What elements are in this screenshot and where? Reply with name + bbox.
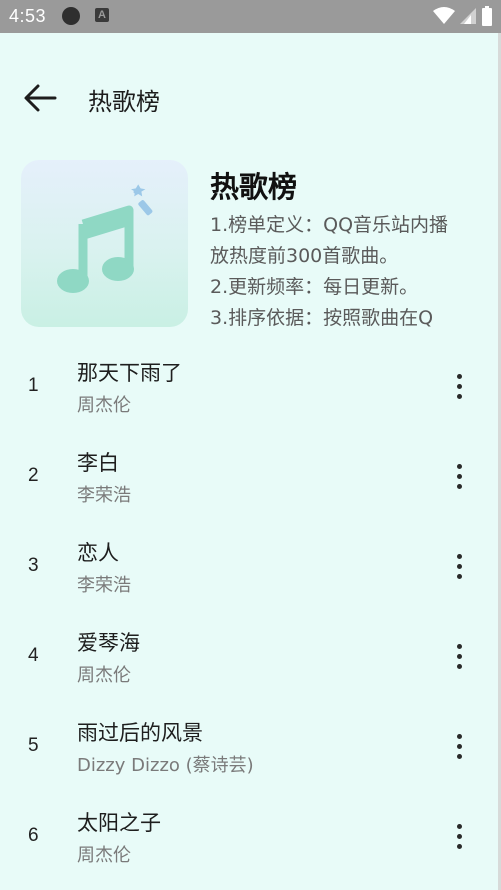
playlist-description: 1.榜单定义：QQ音乐站内播 放热度前300首歌曲。 2.更新频率：每日更新。 …: [210, 210, 490, 327]
app-bar: 热歌榜: [0, 60, 501, 136]
page-title: 热歌榜: [88, 88, 160, 116]
song-row[interactable]: 6 太阳之子 周杰伦: [0, 791, 501, 881]
more-options-icon[interactable]: [444, 819, 474, 853]
status-time: 4:53: [9, 6, 47, 26]
song-title: 恋人: [77, 541, 119, 565]
song-title: 爱琴海: [77, 631, 140, 655]
status-icons: [433, 6, 493, 26]
song-title: 太阳之子: [77, 811, 161, 835]
song-row[interactable]: 2 李白 李荣浩: [0, 431, 501, 521]
song-rank: 5: [28, 735, 39, 756]
status-bar: 4:53 A: [0, 0, 501, 33]
song-title: 雨过后的风景: [77, 721, 203, 745]
notification-app-icon: A: [95, 8, 109, 22]
song-artist: 周杰伦: [77, 665, 131, 686]
song-list: 1 那天下雨了 周杰伦 2 李白 李荣浩 3 恋人 李荣浩 4 爱琴海 周杰伦 …: [0, 341, 501, 881]
song-row[interactable]: 3 恋人 李荣浩: [0, 521, 501, 611]
song-title: 李白: [77, 451, 119, 475]
more-options-icon[interactable]: [444, 369, 474, 403]
song-row[interactable]: 4 爱琴海 周杰伦: [0, 611, 501, 701]
more-options-icon[interactable]: [444, 459, 474, 493]
song-artist: 李荣浩: [77, 575, 131, 596]
song-rank: 4: [28, 645, 39, 666]
music-note-icon: [57, 184, 153, 293]
song-rank: 1: [28, 375, 39, 396]
song-artist: 周杰伦: [77, 395, 131, 416]
arrow-back-icon: [24, 84, 57, 112]
signal-icon: [460, 8, 476, 24]
song-rank: 2: [28, 465, 39, 486]
song-artist: 周杰伦: [77, 845, 131, 866]
song-title: 那天下雨了: [77, 361, 182, 385]
battery-icon: [482, 6, 492, 26]
playlist-title: 热歌榜: [210, 170, 298, 204]
description-line: 3.排序依据：按照歌曲在Q: [210, 307, 434, 327]
song-rank: 6: [28, 825, 39, 846]
description-line: 放热度前300首歌曲。: [210, 245, 399, 267]
song-artist: 李荣浩: [77, 485, 131, 506]
notification-dot-icon: [62, 7, 80, 25]
description-line: 2.更新频率：每日更新。: [210, 276, 419, 298]
song-row[interactable]: 5 雨过后的风景 Dizzy Dizzo (蔡诗芸): [0, 701, 501, 791]
song-row[interactable]: 1 那天下雨了 周杰伦: [0, 341, 501, 431]
song-artist: Dizzy Dizzo (蔡诗芸): [77, 755, 254, 776]
more-options-icon[interactable]: [444, 729, 474, 763]
more-options-icon[interactable]: [444, 549, 474, 583]
more-options-icon[interactable]: [444, 639, 474, 673]
description-line: 1.榜单定义：QQ音乐站内播: [210, 214, 449, 236]
playlist-cover[interactable]: [21, 160, 188, 327]
back-button[interactable]: [20, 78, 60, 118]
wifi-icon: [433, 7, 455, 24]
playlist-header: 热歌榜 1.榜单定义：QQ音乐站内播 放热度前300首歌曲。 2.更新频率：每日…: [21, 160, 491, 328]
song-rank: 3: [28, 555, 39, 576]
